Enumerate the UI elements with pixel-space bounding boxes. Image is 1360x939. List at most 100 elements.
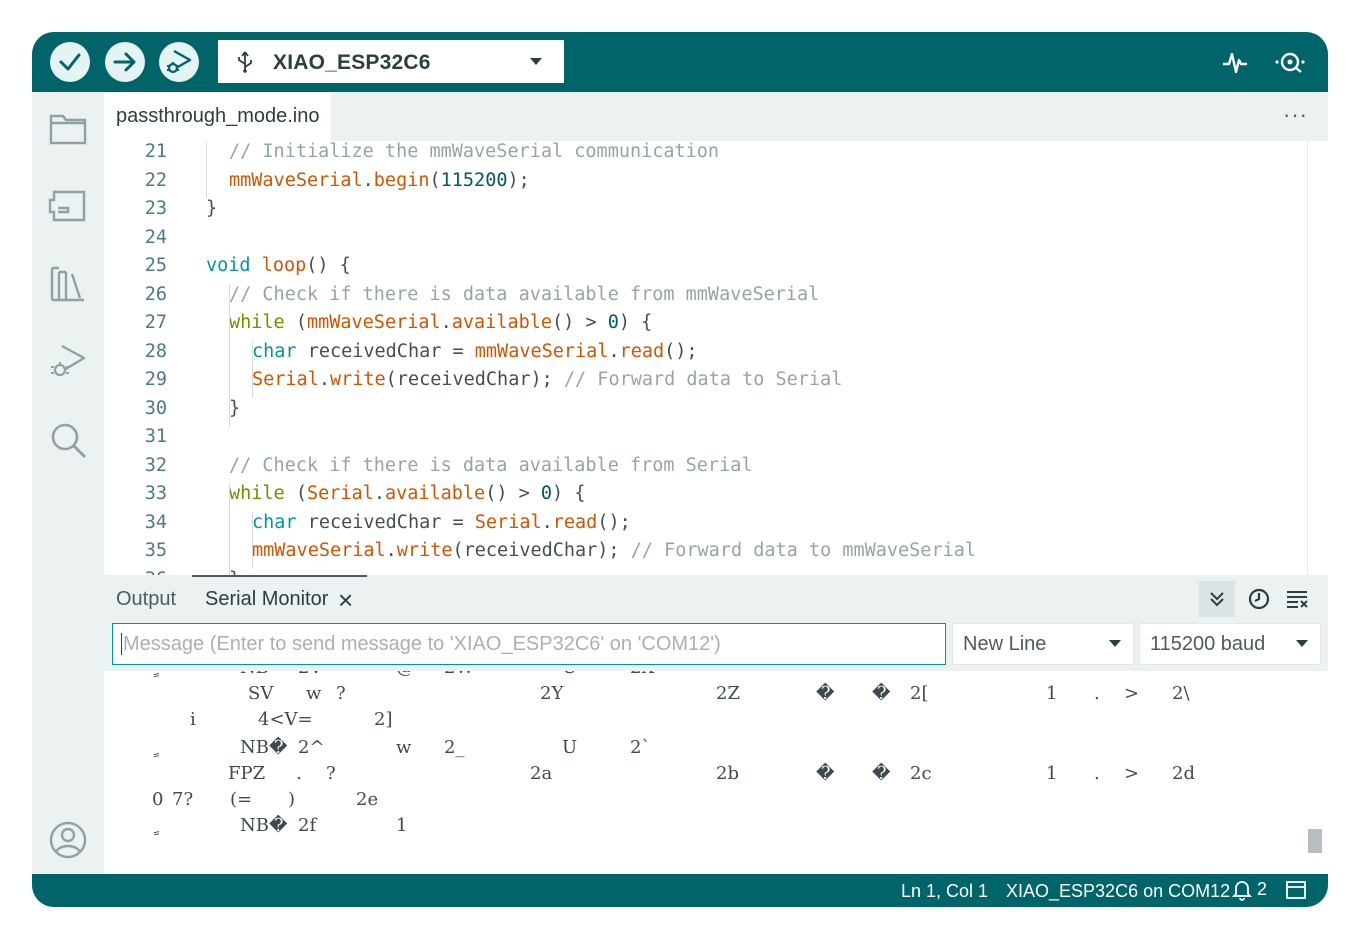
baud-rate-select[interactable]: 115200 baud bbox=[1139, 623, 1321, 665]
code-text: void loop() { bbox=[206, 255, 351, 276]
notifications-button[interactable]: 2 bbox=[1231, 879, 1267, 902]
more-options-button[interactable]: ··· bbox=[1283, 102, 1308, 128]
code-line: 34 char receivedChar = Serial.read(); bbox=[104, 512, 1304, 540]
serial-scrollbar-thumb[interactable] bbox=[1308, 829, 1322, 853]
serial-token: 2Y bbox=[540, 683, 564, 704]
line-number: 30 bbox=[144, 397, 167, 419]
arduino-ide-window: XIAO_ESP32C6 passthrough_mode.ino ··· 21… bbox=[32, 32, 1328, 907]
serial-plotter-button[interactable] bbox=[1219, 46, 1251, 78]
bottom-panel: Output Serial Monitor × Message (Enter t… bbox=[104, 575, 1328, 874]
code-token: 115200 bbox=[440, 169, 508, 191]
sidebar-item-sketchbook[interactable] bbox=[46, 106, 90, 150]
line-number: 22 bbox=[144, 169, 167, 191]
code-text: while (mmWaveSerial.available() > 0) { bbox=[229, 312, 652, 333]
code-line: 28 char receivedChar = mmWaveSerial.read(… bbox=[104, 341, 1304, 369]
toggle-panel-button[interactable] bbox=[1285, 880, 1307, 905]
debug-button[interactable] bbox=[159, 42, 199, 82]
chevron-down-icon bbox=[1296, 640, 1308, 647]
code-token: // Check if there is data available from… bbox=[229, 454, 753, 476]
sidebar-item-boards-manager[interactable] bbox=[46, 184, 90, 228]
serial-token: 2X bbox=[630, 671, 654, 678]
arrow-right-icon bbox=[113, 52, 136, 72]
indent-guide bbox=[252, 340, 253, 398]
code-token: Serial bbox=[252, 369, 319, 390]
code-token: void bbox=[206, 255, 251, 276]
code-token: begin bbox=[373, 169, 430, 191]
serial-token: ) bbox=[288, 789, 296, 810]
code-line: 23} bbox=[104, 198, 1304, 226]
code-token: () { bbox=[306, 255, 351, 276]
serial-token: 2a bbox=[530, 763, 553, 784]
sidebar-item-search[interactable] bbox=[46, 418, 90, 462]
code-editor[interactable]: 21 // Initialize the mmWaveSerial communi… bbox=[104, 141, 1306, 575]
code-line: 26 // Check if there is data available fr… bbox=[104, 284, 1304, 312]
code-line: 27 while (mmWaveSerial.available() > 0) { bbox=[104, 312, 1304, 340]
serial-line: i 4<V= 2] bbox=[104, 709, 1304, 735]
library-icon bbox=[50, 266, 84, 302]
code-line: 32 // Check if there is data available fr… bbox=[104, 455, 1304, 483]
code-token: . bbox=[385, 540, 397, 561]
code-text: // Check if there is data available from… bbox=[229, 455, 752, 476]
cursor-position[interactable]: Ln 1, Col 1 bbox=[901, 881, 988, 902]
code-token: receivedChar = bbox=[296, 511, 475, 533]
upload-button[interactable] bbox=[105, 42, 145, 82]
debug-icon bbox=[167, 49, 192, 74]
code-token: // Forward data to Serial bbox=[563, 369, 843, 390]
sidebar-item-library-manager[interactable] bbox=[46, 262, 90, 306]
code-token: mmWaveSerial bbox=[474, 340, 609, 362]
serial-token: 1 bbox=[1046, 683, 1058, 704]
account-button[interactable] bbox=[46, 818, 90, 862]
board-port-status[interactable]: XIAO_ESP32C6 on COM12 bbox=[1006, 881, 1230, 902]
chevron-down-icon bbox=[530, 58, 542, 65]
code-token: // Check if there is data available from… bbox=[229, 283, 820, 305]
serial-monitor-button[interactable] bbox=[1270, 46, 1310, 78]
active-tab-indicator bbox=[192, 575, 367, 577]
line-number: 34 bbox=[144, 511, 167, 533]
line-number: 28 bbox=[144, 340, 167, 362]
autoscroll-button[interactable] bbox=[1199, 581, 1235, 617]
serial-token: 2] bbox=[374, 709, 393, 730]
line-number: 26 bbox=[144, 283, 167, 305]
tab-output[interactable]: Output bbox=[116, 588, 176, 611]
serial-token: � bbox=[816, 683, 835, 704]
verify-button[interactable] bbox=[50, 42, 90, 82]
code-token: . bbox=[608, 340, 620, 362]
serial-line: ٍNB�2f1 bbox=[104, 815, 1304, 841]
file-tab[interactable]: passthrough_mode.ino bbox=[104, 92, 332, 141]
status-bar: Ln 1, Col 1 XIAO_ESP32C6 on COM12 2 bbox=[32, 874, 1328, 907]
serial-token: 2f bbox=[298, 815, 317, 836]
serial-token: 2W bbox=[444, 671, 474, 678]
indent-guide bbox=[229, 483, 230, 575]
indent-guide bbox=[252, 511, 253, 569]
close-tab-button[interactable]: × bbox=[338, 585, 353, 616]
clear-output-icon bbox=[1287, 591, 1308, 608]
tab-serial-monitor[interactable]: Serial Monitor bbox=[205, 588, 328, 611]
code-token: ) { bbox=[618, 312, 653, 333]
code-token: available bbox=[384, 483, 486, 504]
editor-area: passthrough_mode.ino ··· 21 // Initialize… bbox=[104, 92, 1328, 575]
editor-scrollbar[interactable] bbox=[1307, 141, 1328, 575]
code-token: loop bbox=[261, 255, 307, 276]
line-ending-select[interactable]: New Line bbox=[952, 623, 1134, 665]
indent-guide bbox=[206, 141, 207, 198]
serial-token: 1 bbox=[396, 815, 408, 836]
clear-output-button[interactable] bbox=[1280, 581, 1316, 617]
code-token: available bbox=[451, 312, 553, 333]
sidebar-item-debug[interactable] bbox=[46, 340, 90, 384]
toggle-timestamp-button[interactable] bbox=[1241, 581, 1277, 617]
serial-output[interactable]: ٍNB2V@2WU2XSVw?2Y2Z��2[1.>2\i4<V=2]ٍNB�2… bbox=[104, 671, 1328, 874]
serial-message-input[interactable]: Message (Enter to send message to 'XIAO_… bbox=[112, 623, 946, 665]
panel-tabs: Output Serial Monitor × bbox=[104, 575, 1328, 623]
serial-token: 2b bbox=[716, 763, 739, 784]
serial-token: 2c bbox=[910, 763, 932, 784]
board-selector[interactable]: XIAO_ESP32C6 bbox=[218, 40, 564, 83]
line-number: 31 bbox=[144, 426, 167, 447]
serial-token: 2\ bbox=[1172, 683, 1190, 704]
code-token: write bbox=[329, 369, 386, 390]
serial-line: ٍNB2V@2WU2X bbox=[104, 671, 1304, 683]
indent-guide bbox=[229, 283, 230, 426]
serial-token: . bbox=[296, 763, 302, 784]
code-line: 29 Serial.write(receivedChar); // Forward… bbox=[104, 369, 1304, 397]
folder-icon bbox=[49, 114, 87, 145]
code-text: // Initialize the mmWaveSerial communica… bbox=[229, 141, 719, 162]
